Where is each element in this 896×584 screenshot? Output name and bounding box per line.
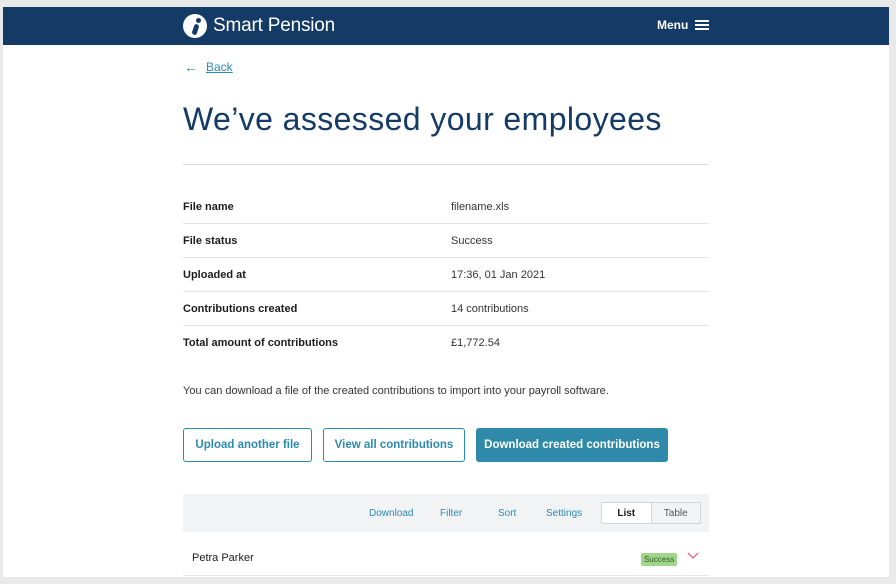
- view-toggle-table[interactable]: Table: [652, 503, 701, 523]
- download-info-text: You can download a file of the created c…: [183, 385, 609, 397]
- detail-row-total-amount: Total amount of contributions £1,772.54: [183, 326, 709, 360]
- detail-label: Uploaded at: [183, 268, 246, 281]
- hamburger-icon: [695, 20, 710, 30]
- chevron-down-icon[interactable]: [686, 550, 700, 560]
- app-window: Smart Pension Menu ← Back We’ve assessed…: [3, 7, 889, 577]
- view-toggle-list[interactable]: List: [602, 503, 652, 523]
- view-toggle: List Table: [601, 502, 701, 524]
- back-link[interactable]: ← Back: [184, 60, 233, 74]
- brand-name: Smart Pension: [213, 15, 336, 36]
- arrow-left-icon: ←: [184, 59, 198, 75]
- detail-label: Total amount of contributions: [183, 337, 338, 349]
- toolbar-settings-link[interactable]: Settings: [546, 508, 582, 519]
- detail-value: filename.xls: [451, 200, 510, 213]
- toolbar-sort-link[interactable]: Sort: [498, 508, 516, 519]
- brand-logo-icon: [183, 14, 207, 38]
- detail-row-file-name: File name filename.xls: [183, 190, 709, 224]
- download-created-contributions-button[interactable]: Download created contributions: [476, 428, 668, 462]
- toolbar-download-link[interactable]: Download: [369, 508, 413, 519]
- back-link-label: Back: [206, 60, 233, 74]
- file-details-list: File name filename.xls File status Succe…: [183, 190, 709, 360]
- upload-another-file-button[interactable]: Upload another file: [183, 428, 312, 462]
- brand-logo[interactable]: Smart Pension: [183, 14, 335, 38]
- view-all-contributions-button[interactable]: View all contributions: [323, 428, 465, 462]
- detail-row-file-status: File status Success: [183, 224, 709, 258]
- detail-value: 14 contributions: [451, 302, 529, 315]
- menu-button[interactable]: Menu: [657, 18, 710, 32]
- menu-label: Menu: [657, 18, 689, 32]
- status-badge: Success: [641, 553, 678, 566]
- title-divider: [183, 164, 709, 165]
- list-item[interactable]: Petra Parker Success: [183, 540, 709, 576]
- top-navigation-bar: Smart Pension Menu: [3, 7, 889, 45]
- detail-row-uploaded-at: Uploaded at 17:36, 01 Jan 2021: [183, 258, 709, 292]
- page-title: We’ve assessed your employees: [183, 101, 662, 137]
- detail-label: Contributions created: [183, 302, 298, 315]
- detail-label: File name: [183, 200, 234, 213]
- detail-value: 17:36, 01 Jan 2021: [451, 268, 546, 281]
- detail-value: Success: [451, 234, 493, 247]
- list-toolbar: Download Filter Sort Settings List Table: [183, 494, 709, 532]
- toolbar-filter-link[interactable]: Filter: [440, 508, 462, 519]
- detail-value: £1,772.54: [451, 337, 500, 349]
- employee-name: Petra Parker: [192, 552, 254, 564]
- detail-label: File status: [183, 234, 238, 247]
- detail-row-contributions-created: Contributions created 14 contributions: [183, 292, 709, 326]
